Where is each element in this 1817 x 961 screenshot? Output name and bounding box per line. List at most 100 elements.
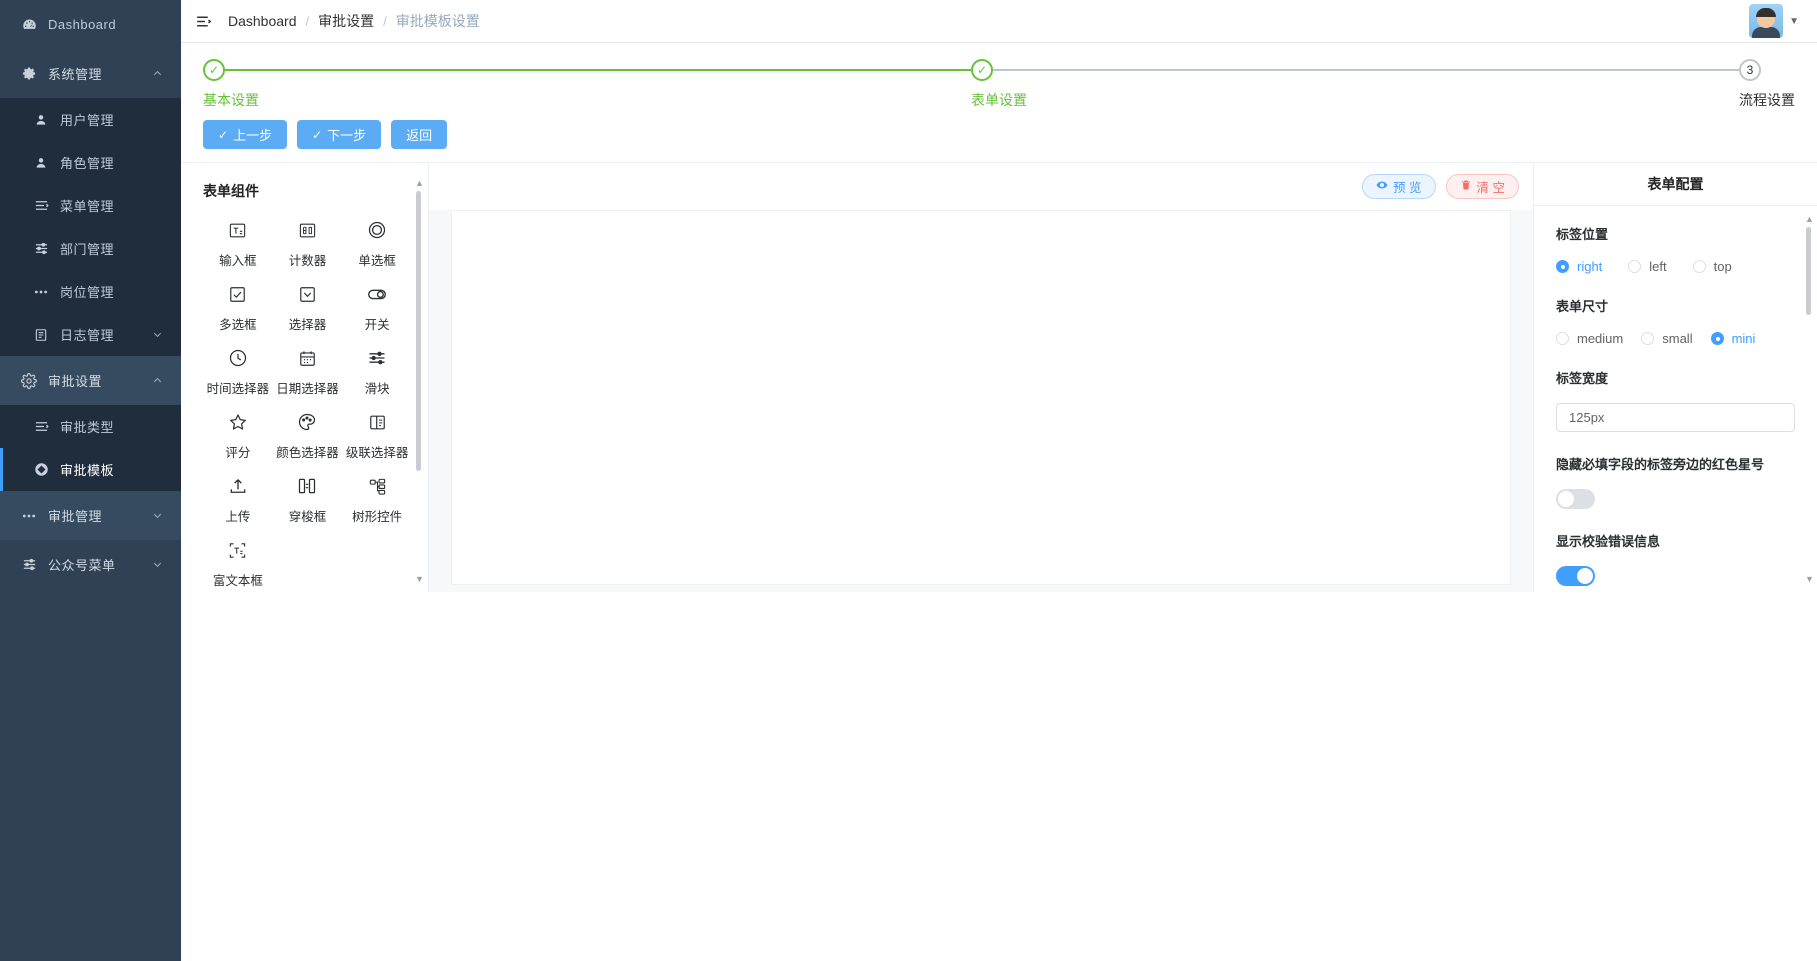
- palette-item-transfer[interactable]: 穿梭框: [273, 463, 343, 527]
- palette-item-switch[interactable]: 开关: [342, 271, 412, 335]
- chevron-down-icon: [152, 559, 163, 570]
- scroll-up-icon[interactable]: ▲: [1805, 215, 1814, 224]
- sidebar-group-system[interactable]: 系统管理: [0, 49, 181, 98]
- palette-item-checkbox[interactable]: 多选框: [203, 271, 273, 335]
- palette-item-label: 计数器: [288, 254, 327, 268]
- breadcrumb-separator: /: [305, 13, 310, 29]
- breadcrumb-approval-template-settings: 审批模板设置: [395, 13, 480, 29]
- prev-step-button[interactable]: ✓ 上一步: [203, 120, 288, 149]
- palette-item-input[interactable]: 输入框: [203, 207, 273, 271]
- prev-step-label: 上一步: [233, 128, 273, 143]
- palette-item-date-picker[interactable]: 日期选择器: [273, 335, 343, 399]
- sidebar-item-department-management[interactable]: 部门管理: [0, 227, 181, 270]
- palette-item-time-picker[interactable]: 时间选择器: [203, 335, 273, 399]
- clock-icon: [228, 347, 248, 369]
- palette-scrollbar[interactable]: ▲ ▼: [415, 179, 424, 584]
- sidebar-group-approval-settings[interactable]: 审批设置: [0, 356, 181, 405]
- label-width-input[interactable]: [1556, 403, 1795, 432]
- palette-scroll-thumb[interactable]: [416, 191, 421, 471]
- palette-item-radio[interactable]: 单选框: [342, 207, 412, 271]
- sidebar-item-label: 角色管理: [60, 156, 115, 171]
- sidebar-item-post-management[interactable]: 岗位管理: [0, 270, 181, 313]
- step-head: 3: [1739, 59, 1795, 81]
- palette-item-upload[interactable]: 上传: [203, 463, 273, 527]
- form-drop-area[interactable]: [451, 210, 1511, 585]
- step-circle-3: 3: [1739, 59, 1761, 81]
- sidebar-group-label: 审批管理: [48, 509, 103, 524]
- form-size-option-medium[interactable]: medium: [1556, 331, 1623, 346]
- radio-dot-icon: [1641, 332, 1655, 345]
- palette-section-title: 表单组件: [203, 183, 259, 199]
- text-input-icon: [228, 219, 247, 241]
- main-area: Dashboard / 审批设置 / 审批模板设置 ▼ ✓ 基本设置 ✓ 表单设…: [181, 0, 1817, 961]
- step-form-settings[interactable]: ✓ 表单设置: [971, 59, 1739, 110]
- breadcrumb-dashboard[interactable]: Dashboard: [228, 13, 297, 29]
- sidebar-item-approval-type[interactable]: 审批类型: [0, 405, 181, 448]
- preview-button[interactable]: 预 览: [1362, 174, 1436, 199]
- check-icon: ✓: [218, 127, 229, 142]
- chevron-down-icon: [152, 510, 163, 521]
- scroll-down-icon[interactable]: ▼: [1805, 575, 1814, 584]
- hamburger-icon[interactable]: [195, 13, 212, 30]
- radio-dot-icon: [1692, 260, 1706, 273]
- sidebar-group-official-account-menu[interactable]: 公众号菜单: [0, 540, 181, 589]
- config-scroll-thumb[interactable]: [1806, 227, 1811, 315]
- palette-icon: [297, 411, 317, 433]
- step-circle-1: ✓: [203, 59, 225, 81]
- next-step-button[interactable]: ✓ 下一步: [297, 120, 382, 149]
- sidebar-item-user-management[interactable]: 用户管理: [0, 98, 181, 141]
- palette-item-counter[interactable]: 计数器: [273, 207, 343, 271]
- palette-item-label: 富文本框: [212, 574, 263, 588]
- breadcrumb-approval-settings[interactable]: 审批设置: [318, 11, 374, 31]
- sidebar-item-label: Dashboard: [48, 17, 117, 32]
- form-builder: 表单组件 输入框 计数器 单选框 多选框 选择器 开关 时间选择器 日期选择器 …: [181, 162, 1817, 592]
- clear-button[interactable]: 清 空: [1445, 174, 1519, 199]
- palette-item-label: 选择器: [288, 318, 327, 332]
- palette-item-select[interactable]: 选择器: [273, 271, 343, 335]
- page-content: ✓ 基本设置 ✓ 表单设置 3 流程设置 ✓ 上一步 ✓ 下一步 返回 表单组件…: [181, 43, 1817, 961]
- sidebar-item-label: 部门管理: [60, 242, 115, 257]
- palette-item-tree[interactable]: 树形控件: [342, 463, 412, 527]
- back-button[interactable]: 返回: [391, 120, 448, 149]
- sidebar-item-label: 审批类型: [60, 420, 115, 435]
- sidebar-item-dashboard[interactable]: Dashboard: [0, 0, 181, 49]
- show-validate-message-switch[interactable]: [1556, 566, 1595, 586]
- radio-dot-icon: [1628, 260, 1642, 273]
- label-position-option-right[interactable]: right: [1556, 259, 1602, 274]
- palette-item-color-picker[interactable]: 颜色选择器: [273, 399, 343, 463]
- palette-item-slider[interactable]: 滑块: [342, 335, 412, 399]
- config-scrollbar[interactable]: ▲ ▼: [1805, 215, 1814, 584]
- label-position-option-left[interactable]: left: [1628, 259, 1667, 274]
- sidebar-group-approval-management[interactable]: 审批管理: [0, 491, 181, 540]
- diamond-icon: [30, 462, 52, 477]
- user-menu[interactable]: ▼: [1749, 4, 1799, 38]
- upload-icon: [228, 475, 248, 497]
- step-basic-settings[interactable]: ✓ 基本设置: [203, 59, 971, 110]
- palette-item-label: 穿梭框: [288, 510, 327, 524]
- scroll-up-icon[interactable]: ▲: [415, 179, 424, 188]
- user-icon: [30, 156, 52, 170]
- palette-item-label: 上传: [225, 510, 251, 524]
- palette-item-rich-text[interactable]: 富文本框: [203, 527, 273, 591]
- form-canvas-column: 预 览 清 空: [429, 163, 1533, 592]
- avatar[interactable]: [1749, 4, 1784, 38]
- palette-item-label: 单选框: [358, 254, 396, 268]
- sidebar-item-approval-template[interactable]: 审批模板: [0, 448, 181, 491]
- caret-down-icon[interactable]: ▼: [1789, 16, 1799, 27]
- palette-item-rate[interactable]: 评分: [203, 399, 273, 463]
- sidebar-item-role-management[interactable]: 角色管理: [0, 141, 181, 184]
- step-title-2: 表单设置: [971, 92, 1027, 108]
- sidebar-item-log-management[interactable]: 日志管理: [0, 313, 181, 356]
- label-position-option-top[interactable]: top: [1692, 259, 1732, 274]
- scroll-down-icon[interactable]: ▼: [415, 575, 424, 584]
- check-icon: ✓: [976, 63, 988, 77]
- form-size-option-mini[interactable]: mini: [1710, 331, 1755, 346]
- list-icon: [30, 419, 52, 434]
- step-process-settings[interactable]: 3 流程设置: [1739, 59, 1795, 110]
- palette-item-cascader[interactable]: 级联选择器: [342, 399, 412, 463]
- show-validate-message-label: 显示校验错误信息: [1556, 534, 1661, 549]
- sidebar-item-menu-management[interactable]: 菜单管理: [0, 184, 181, 227]
- hide-required-asterisk-switch[interactable]: [1556, 489, 1595, 509]
- form-size-option-small[interactable]: small: [1641, 331, 1693, 346]
- label-position-option-label: left: [1649, 259, 1667, 274]
